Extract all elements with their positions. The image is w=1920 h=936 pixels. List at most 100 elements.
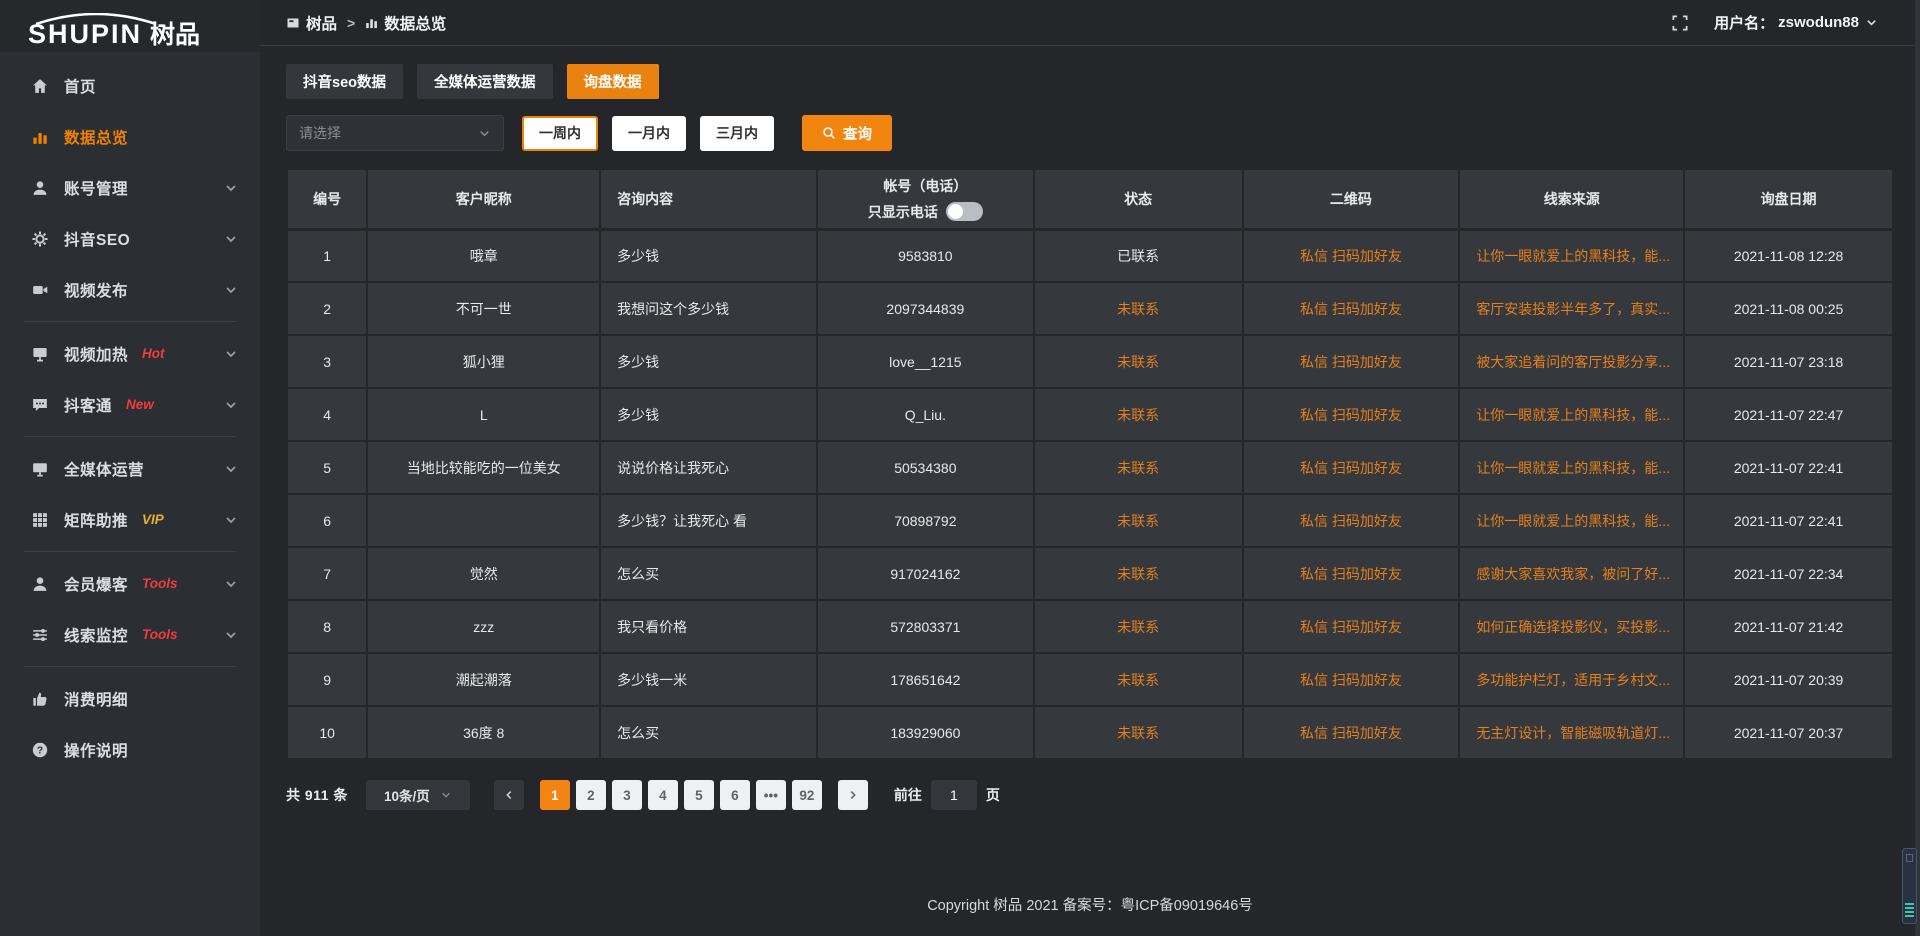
cell-qrcode-link[interactable]: 私信 扫码加好友 [1243,388,1460,441]
tab-1[interactable]: 全媒体运营数据 [417,64,553,99]
widget-icon [1906,854,1913,862]
cell-nickname: 潮起潮落 [367,653,600,706]
page-button-2[interactable]: 2 [576,780,606,810]
cell-source-link[interactable]: 客厅安装投影半年多了，真实... [1459,282,1684,335]
sidebar-item-matrix-boost[interactable]: 矩阵助推VIP [0,494,260,545]
breadcrumb-item-home[interactable]: 树品 [286,12,337,34]
cell-qrcode-link[interactable]: 私信 扫码加好友 [1243,547,1460,600]
cell-nickname: L [367,388,600,441]
sidebar-item-member-baoke[interactable]: 会员爆客Tools [0,558,260,609]
cell-qrcode-link[interactable]: 私信 扫码加好友 [1243,494,1460,547]
sidebar-item-clue-monitor[interactable]: 线索监控Tools [0,609,260,660]
cell-id: 8 [287,600,367,653]
range-button-1[interactable]: 一月内 [612,116,686,151]
cell-source-link[interactable]: 让你一眼就爱上的黑科技，能... [1459,441,1684,494]
cell-nickname: zzz [367,600,600,653]
user-menu[interactable]: 用户名： zswodun88 [1714,12,1878,33]
page-button-5[interactable]: 5 [684,780,714,810]
page-button-1[interactable]: 1 [540,780,570,810]
filter-select[interactable]: 请选择 [286,115,504,151]
cell-id: 9 [287,653,367,706]
sidebar-item-label: 抖客通 [64,394,112,416]
prev-page-button[interactable] [494,780,524,810]
sidebar-item-video-publish[interactable]: 视频发布 [0,264,260,315]
grid-icon [30,512,50,528]
chevron-down-icon [224,347,238,361]
cell-status: 未联系 [1034,547,1243,600]
sidebar-item-video-heat[interactable]: 视频加热Hot [0,328,260,379]
chevron-down-icon [224,577,238,591]
page-button-92[interactable]: 92 [792,780,822,810]
sidebar-item-douketong[interactable]: 抖客通 New [0,379,260,430]
more-pages-button[interactable]: ••• [756,780,786,810]
query-button[interactable]: 查询 [802,115,892,151]
tab-2[interactable]: 询盘数据 [567,64,659,99]
cell-source-link[interactable]: 让你一眼就爱上的黑科技，能... [1459,388,1684,441]
cell-qrcode-link[interactable]: 私信 扫码加好友 [1243,282,1460,335]
username-label: 用户名： [1714,12,1774,33]
sidebar-item-media-ops[interactable]: 全媒体运营 [0,443,260,494]
col-account: 帐号（电话） 只显示电话 [817,169,1034,229]
breadcrumb-separator: > [347,15,355,31]
sidebar-item-account-manage[interactable]: 账号管理 [0,162,260,213]
table-row: 4L多少钱Q_Liu.未联系私信 扫码加好友让你一眼就爱上的黑科技，能...20… [287,388,1893,441]
cell-source-link[interactable]: 如何正确选择投影仪，买投影... [1459,600,1684,653]
table-row: 6多少钱？让我死心 看70898792未联系私信 扫码加好友让你一眼就爱上的黑科… [287,494,1893,547]
sidebar-item-home[interactable]: 首页 [0,60,260,111]
cell-qrcode-link[interactable]: 私信 扫码加好友 [1243,335,1460,388]
cell-qrcode-link[interactable]: 私信 扫码加好友 [1243,600,1460,653]
cell-source-link[interactable]: 无主灯设计，智能磁吸轨道灯... [1459,706,1684,759]
sidebar-item-consume-detail[interactable]: 消费明细 [0,673,260,724]
footer: Copyright 树品 2021 备案号：粤ICP备09019646号 [260,872,1920,936]
cell-qrcode-link[interactable]: 私信 扫码加好友 [1243,441,1460,494]
chevron-down-icon [224,462,238,476]
tab-0[interactable]: 抖音seo数据 [286,64,403,99]
sidebar-item-data-overview[interactable]: 数据总览 [0,111,260,162]
cell-id: 3 [287,335,367,388]
cell-nickname: 36度 8 [367,706,600,759]
chevron-down-icon [224,232,238,246]
screen-icon [30,461,50,477]
range-button-2[interactable]: 三月内 [700,116,774,151]
cell-source-link[interactable]: 被大家追着问的客厅投影分享... [1459,335,1684,388]
total-count: 共 911 条 [286,785,348,805]
sidebar-item-badge: New [126,397,154,412]
filter-bar: 请选择 一周内一月内三月内 查询 [286,115,1894,151]
page-size-select[interactable]: 10条/页 [366,780,470,810]
topbar-right: 用户名： zswodun88 [1672,12,1878,33]
range-button-0[interactable]: 一周内 [522,116,598,151]
phone-only-toggle[interactable] [946,202,983,221]
goto-page-input[interactable] [931,780,977,810]
cell-account: 572803371 [817,600,1034,653]
breadcrumb: 树品 > 数据总览 [286,12,446,34]
cell-source-link[interactable]: 感谢大家喜欢我家，被问了好... [1459,547,1684,600]
sidebar-nav: 首页数据总览账号管理抖音SEO视频发布视频加热Hot 抖客通 New 全媒体运营矩阵助… [0,52,260,936]
chevron-down-icon [224,283,238,297]
cell-qrcode-link[interactable]: 私信 扫码加好友 [1243,229,1460,282]
page-button-3[interactable]: 3 [612,780,642,810]
breadcrumb-item-overview[interactable]: 数据总览 [365,12,446,34]
chevron-down-icon [1865,16,1878,29]
floating-widget[interactable] [1902,848,1917,924]
page-button-4[interactable]: 4 [648,780,678,810]
cell-source-link[interactable]: 让你一眼就爱上的黑科技，能... [1459,229,1684,282]
next-page-button[interactable] [838,780,868,810]
phone-only-label: 只显示电话 [868,202,938,222]
cell-account: 70898792 [817,494,1034,547]
cell-source-link[interactable]: 多功能护栏灯，适用于乡村文... [1459,653,1684,706]
table-header-row: 编号 客户昵称 咨询内容 帐号（电话） 只显示电话 状态 二维码 线索来源 [287,169,1893,229]
cell-qrcode-link[interactable]: 私信 扫码加好友 [1243,653,1460,706]
table-row: 5当地比较能吃的一位美女说说价格让我死心50534380未联系私信 扫码加好友让… [287,441,1893,494]
cell-qrcode-link[interactable]: 私信 扫码加好友 [1243,706,1460,759]
svg-text:?: ? [37,745,43,756]
sidebar-item-help[interactable]: ?操作说明 [0,724,260,775]
filter-select-placeholder: 请选择 [299,123,341,143]
page-button-6[interactable]: 6 [720,780,750,810]
sidebar-divider [24,321,236,322]
bar-chart-icon [365,16,378,29]
sidebar-item-douyin-seo[interactable]: 抖音SEO [0,213,260,264]
scrollbar-track[interactable] [1915,0,1920,936]
cell-source-link[interactable]: 让你一眼就爱上的黑科技，能... [1459,494,1684,547]
cell-account: 2097344839 [817,282,1034,335]
fullscreen-icon[interactable] [1672,15,1688,31]
